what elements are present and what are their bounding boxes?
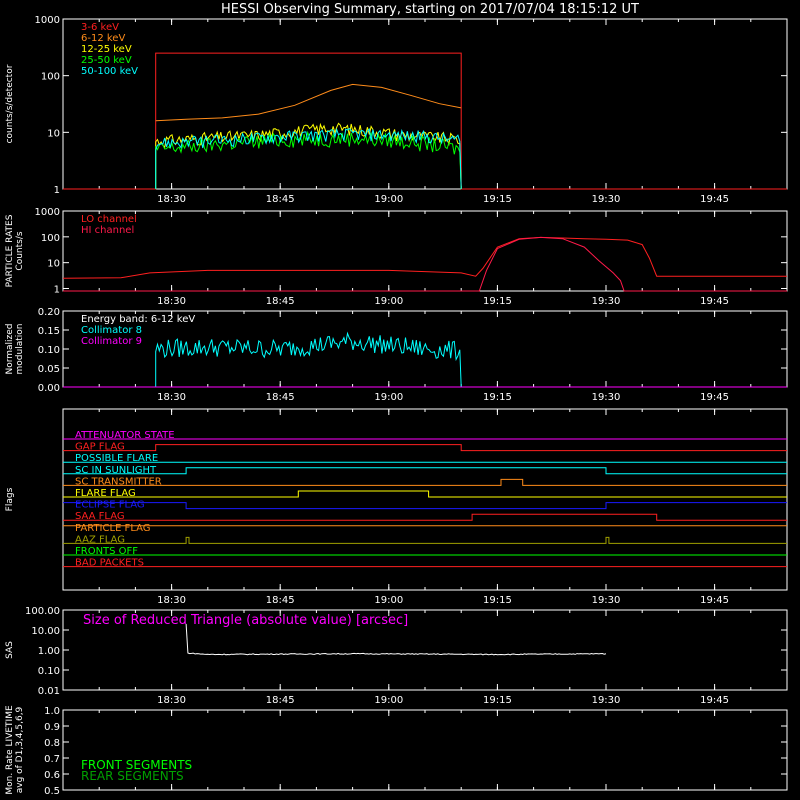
livetime-ytick-label: 0.7 <box>44 754 60 765</box>
counts-xtick-label: 18:45 <box>266 194 295 205</box>
particle-xtick-label: 19:15 <box>483 296 512 307</box>
flags-xtick-label: 19:00 <box>374 595 403 606</box>
sas-legend-label: Size of Reduced Triangle (absolute value… <box>83 613 408 628</box>
particle-ylabel: Counts/s <box>15 231 25 270</box>
modulation-legend-label: Collimator 8 <box>81 325 142 336</box>
modulation-legend-label: Energy band: 6-12 keV <box>81 314 195 325</box>
sas-ytick-label: 0.10 <box>38 666 60 677</box>
livetime-ylabel: avg of D1,3,4,5,6,9 <box>15 706 25 793</box>
modulation-xtick-label: 19:15 <box>483 392 512 403</box>
modulation-ytick-label: 0.05 <box>38 364 60 375</box>
flags-xtick-label: 19:45 <box>700 595 729 606</box>
modulation-ylabel: modulation <box>15 324 25 375</box>
particle-xtick-label: 18:45 <box>266 296 295 307</box>
particle-ytick-label: 1000 <box>35 207 60 218</box>
particle-xtick-label: 19:45 <box>700 296 729 307</box>
modulation-xtick-label: 19:30 <box>592 392 621 403</box>
sas-xtick-label: 18:45 <box>266 695 295 706</box>
counts-legend-label: 3-6 keV <box>81 22 119 33</box>
sas-xtick-label: 19:45 <box>700 695 729 706</box>
flags-ylabel: Flags <box>5 487 15 511</box>
counts-xtick-label: 19:45 <box>700 194 729 205</box>
livetime-ytick-label: 0.6 <box>44 770 60 781</box>
counts-xtick-label: 19:15 <box>483 194 512 205</box>
particle-xtick-label: 19:30 <box>592 296 621 307</box>
modulation-ylabel: Normalized <box>5 323 15 374</box>
particle-xtick-label: 19:00 <box>374 296 403 307</box>
flag-label: ECLIPSE FLAG <box>75 500 145 511</box>
livetime-ytick-label: 0.9 <box>44 722 60 733</box>
counts-ytick-label: 10 <box>47 128 60 139</box>
counts-ytick-label: 1000 <box>35 15 60 26</box>
counts-xtick-label: 19:00 <box>374 194 403 205</box>
flags-xtick-label: 19:30 <box>592 595 621 606</box>
modulation-ytick-label: 0.15 <box>38 326 60 337</box>
flags-xtick-label: 19:15 <box>483 595 512 606</box>
counts-ytick-label: 1 <box>54 185 60 196</box>
livetime-ytick-label: 1.0 <box>44 706 60 717</box>
livetime-ytick-label: 0.8 <box>44 738 60 749</box>
particle-ytick-label: 10 <box>47 259 60 270</box>
modulation-ytick-label: 0.10 <box>38 345 60 356</box>
modulation-xtick-label: 19:00 <box>374 392 403 403</box>
sas-ytick-label: 10.00 <box>31 626 60 637</box>
sas-ylabel: SAS <box>5 641 15 659</box>
sas-ytick-label: 1.00 <box>38 646 60 657</box>
modulation-ytick-label: 0.20 <box>38 307 60 318</box>
counts-xtick-label: 19:30 <box>592 194 621 205</box>
sas-xtick-label: 19:15 <box>483 695 512 706</box>
hessi-summary-plot: HESSI Observing Summary, starting on 201… <box>0 0 800 800</box>
counts-legend-label: 12-25 keV <box>81 44 132 55</box>
plot-title: HESSI Observing Summary, starting on 201… <box>221 2 639 17</box>
particle-ylabel: PARTICLE RATES <box>5 214 15 287</box>
sas-ytick-label: 0.01 <box>38 686 60 697</box>
counts-xtick-label: 18:30 <box>157 194 186 205</box>
counts-legend-label: 6-12 keV <box>81 33 125 44</box>
counts-legend-label: 50-100 keV <box>81 66 138 77</box>
sas-xtick-label: 19:00 <box>374 695 403 706</box>
counts-legend-label: 25-50 keV <box>81 55 132 66</box>
flags-xtick-label: 18:45 <box>266 595 295 606</box>
particle-legend-label: LO channel <box>81 214 137 225</box>
livetime-ytick-label: 0.5 <box>44 786 60 797</box>
particle-xtick-label: 18:30 <box>157 296 186 307</box>
modulation-legend-label: Collimator 9 <box>81 336 142 347</box>
modulation-xtick-label: 18:30 <box>157 392 186 403</box>
modulation-ytick-label: 0.00 <box>38 383 60 394</box>
flags-xtick-label: 18:30 <box>157 595 186 606</box>
modulation-xtick-label: 18:45 <box>266 392 295 403</box>
sas-xtick-label: 18:30 <box>157 695 186 706</box>
counts-ytick-label: 100 <box>41 72 60 83</box>
particle-ytick-label: 1 <box>54 284 60 295</box>
flag-label: PARTICLE FLAG <box>75 523 151 534</box>
livetime-ylabel: Mon. Rate LIVETIME <box>5 705 15 795</box>
livetime-legend-label: REAR SEGMENTS <box>81 769 184 783</box>
modulation-xtick-label: 19:45 <box>700 392 729 403</box>
particle-legend-label: HI channel <box>81 225 134 236</box>
sas-xtick-label: 19:30 <box>592 695 621 706</box>
counts-ylabel: counts/s/detector <box>5 64 15 143</box>
particle-ytick-label: 100 <box>41 233 60 244</box>
sas-ytick-label: 100.00 <box>25 606 60 617</box>
